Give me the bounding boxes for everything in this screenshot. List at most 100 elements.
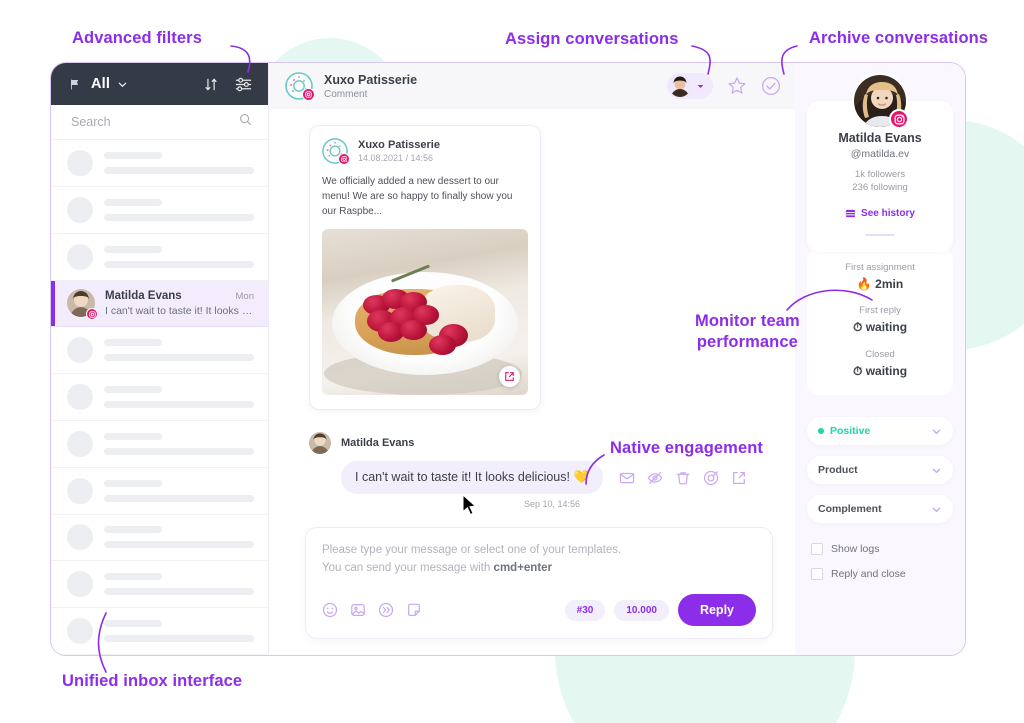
reply-and-close-checkbox[interactable]: Reply and close xyxy=(807,568,953,580)
category-select[interactable]: Product xyxy=(807,456,953,484)
sort-arrows-icon[interactable] xyxy=(204,77,219,92)
assign-conversation-button[interactable] xyxy=(667,73,713,99)
metric-label: First assignment xyxy=(845,262,915,273)
thread-header: Xuxo Patisserie Comment xyxy=(269,63,795,109)
envelope-icon[interactable] xyxy=(619,470,635,486)
metric-label: First reply xyxy=(859,305,901,316)
search-bar[interactable] xyxy=(51,105,268,141)
placeholder-avatar xyxy=(67,149,93,176)
show-logs-label: Show logs xyxy=(831,543,880,555)
divider xyxy=(865,234,895,236)
search-icon[interactable] xyxy=(239,113,252,131)
placeholder-avatar xyxy=(67,243,93,270)
template-icon[interactable] xyxy=(406,602,422,618)
list-item[interactable] xyxy=(51,608,268,655)
fire-emoji: 🔥 xyxy=(856,277,872,291)
spam-icon[interactable] xyxy=(703,470,719,486)
search-input[interactable] xyxy=(71,115,239,130)
list-item[interactable] xyxy=(51,234,268,281)
composer-shortcut: cmd+enter xyxy=(493,562,553,575)
composer-placeholder: Please type your message or select one o… xyxy=(322,542,756,578)
profile-followers: 1k followers xyxy=(854,169,906,180)
instagram-icon xyxy=(86,308,98,321)
reply-button[interactable]: Reply xyxy=(677,594,756,626)
metric-label: Closed xyxy=(865,349,895,360)
annotation-advanced-filters: Advanced filters xyxy=(72,29,202,47)
post-date: 14.08.2021 / 14:56 xyxy=(358,153,434,163)
message-bubble: I can't wait to taste it! It looks delic… xyxy=(341,461,604,494)
hide-icon[interactable] xyxy=(647,470,663,486)
post-author: Xuxo Patisserie xyxy=(358,139,440,151)
subcategory-select[interactable]: Complement xyxy=(807,495,953,523)
template-count-chip[interactable]: #30 xyxy=(564,599,606,621)
annotation-monitor-line1: Monitor team xyxy=(695,312,800,330)
thread-title: Xuxo Patisserie xyxy=(324,72,418,87)
star-icon[interactable] xyxy=(727,76,747,96)
external-link-icon[interactable] xyxy=(499,366,520,387)
character-count-chip: 10.000 xyxy=(614,599,669,621)
message-actions xyxy=(619,470,747,486)
composer-tools xyxy=(322,602,434,618)
conversation-time: Mon xyxy=(235,290,254,302)
placeholder-avatar xyxy=(67,384,93,411)
reply-author: Matilda Evans xyxy=(341,437,415,449)
checkbox-box[interactable] xyxy=(811,568,823,580)
annotation-native-engagement: Native engagement xyxy=(610,439,763,457)
sliders-icon[interactable] xyxy=(235,76,252,93)
subcategory-label: Complement xyxy=(818,503,882,515)
instagram-icon xyxy=(302,88,315,101)
chevron-down-icon[interactable] xyxy=(931,426,942,437)
status-dot xyxy=(818,428,824,434)
stopwatch-emoji: ⏱ xyxy=(852,364,863,378)
app-window: All Search Matilda Evans Mon I can't wai… xyxy=(50,62,966,656)
chevron-down-icon[interactable] xyxy=(931,504,942,515)
external-link-icon[interactable] xyxy=(731,470,747,486)
placeholder-avatar xyxy=(67,571,93,598)
chevron-down-icon[interactable] xyxy=(696,82,705,91)
thread-meta: Xuxo Patisserie Comment xyxy=(324,73,417,100)
assignee-avatar xyxy=(669,75,691,97)
avatar xyxy=(67,289,98,321)
show-logs-checkbox[interactable]: Show logs xyxy=(807,543,953,555)
metric-first-assignment: First assignment 🔥 2min xyxy=(815,262,945,291)
chevron-down-icon[interactable] xyxy=(117,79,128,90)
see-history-link[interactable]: See history xyxy=(817,208,943,219)
checkbox-box[interactable] xyxy=(811,543,823,555)
list-item[interactable] xyxy=(51,327,268,375)
metric-value: 🔥 2min xyxy=(856,277,904,291)
placeholder-avatar xyxy=(67,618,93,645)
image-icon[interactable] xyxy=(350,602,366,618)
sentiment-label: Positive xyxy=(830,425,871,437)
metric-closed: Closed ⏱ waiting xyxy=(815,349,945,379)
list-item[interactable] xyxy=(51,140,268,187)
flag-icon xyxy=(69,78,82,91)
avatar xyxy=(309,432,331,454)
sentiment-select[interactable]: Positive xyxy=(807,417,953,445)
list-item[interactable] xyxy=(51,561,268,609)
list-item[interactable] xyxy=(51,515,268,562)
composer-placeholder-line1: Please type your message or select one o… xyxy=(322,544,622,557)
instagram-icon xyxy=(889,109,909,129)
list-item[interactable] xyxy=(51,187,268,234)
placeholder-avatar xyxy=(67,524,93,551)
placeholder-avatar xyxy=(67,477,93,504)
placeholder-lines xyxy=(104,526,254,549)
check-circle-icon[interactable] xyxy=(761,76,781,96)
annotation-monitor-line2: performance xyxy=(696,332,798,351)
team-performance-metrics: First assignment 🔥 2min First reply ⏱ wa… xyxy=(807,248,953,395)
book-icon xyxy=(845,208,856,219)
conversation-item-selected[interactable]: Matilda Evans Mon I can't wait to taste … xyxy=(51,280,268,328)
quick-reply-icon[interactable] xyxy=(378,602,394,618)
annotation-assign-conversations: Assign conversations xyxy=(505,30,679,48)
composer-placeholder-line2: You can send your message with cmd+enter xyxy=(322,560,756,578)
list-item[interactable] xyxy=(51,421,268,468)
message-composer[interactable]: Please type your message or select one o… xyxy=(305,527,773,639)
trash-icon[interactable] xyxy=(675,470,691,486)
chevron-down-icon[interactable] xyxy=(931,465,942,476)
placeholder-lines xyxy=(104,620,254,643)
list-item[interactable] xyxy=(51,468,268,515)
sidebar-header: All xyxy=(51,63,268,106)
emoji-icon[interactable] xyxy=(322,602,338,618)
placeholder-lines xyxy=(104,198,254,221)
list-item[interactable] xyxy=(51,374,268,421)
